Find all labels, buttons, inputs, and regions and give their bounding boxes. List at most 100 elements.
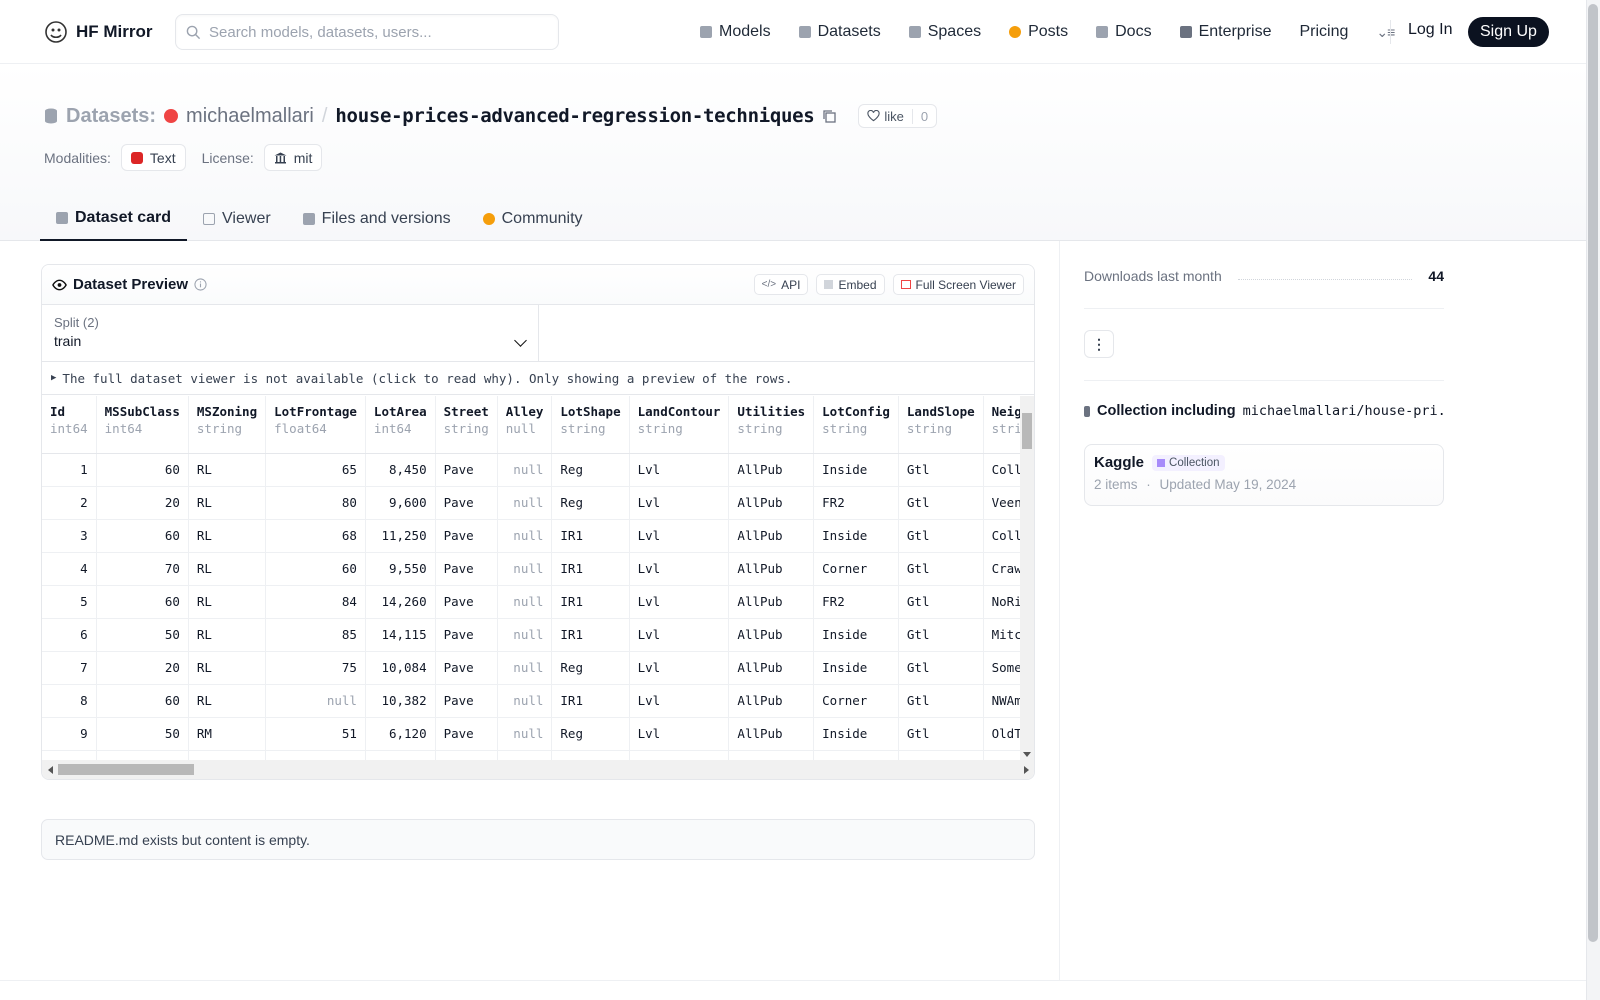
table-cell: null: [497, 519, 553, 553]
login-link[interactable]: Log In: [1408, 21, 1452, 39]
modality-tag[interactable]: Text: [120, 144, 186, 171]
table-cell: Pave: [435, 750, 498, 760]
scroll-right-arrow-icon[interactable]: [1024, 766, 1033, 774]
table-cell: 10,382: [365, 684, 436, 718]
kebab-icon: ⋮: [1092, 335, 1106, 352]
table-cell: 75: [265, 651, 366, 685]
column-name: MSSubClass: [104, 404, 180, 419]
column-header[interactable]: LotFrontage float64: [265, 396, 366, 454]
column-header[interactable]: Alley null: [497, 396, 553, 454]
table-row[interactable]: 2 20 RL 80 9,600 Pave null Reg Lvl AllPub FR2 Gtl Ve…: [42, 486, 1020, 520]
table-cell: Somerst: [983, 651, 1020, 685]
column-header[interactable]: LotConfig string: [813, 396, 899, 454]
modalities-label: Modalities:: [44, 149, 111, 166]
code-icon: </>: [761, 279, 777, 290]
search-input[interactable]: Search models, datasets, users...: [175, 14, 559, 50]
api-button[interactable]: </> API: [753, 274, 809, 295]
column-header[interactable]: Id int64: [42, 396, 97, 454]
nav-item-enterprise[interactable]: Enterprise: [1179, 17, 1272, 47]
column-header[interactable]: LotShape string: [551, 396, 630, 454]
nav-item-spaces[interactable]: Spaces: [908, 17, 981, 47]
disclosure-triangle-icon: ▶: [51, 373, 57, 383]
like-button[interactable]: like 0: [858, 104, 938, 128]
viewer-grid-icon: [203, 212, 216, 225]
tab-files-and-versions[interactable]: Files and versions: [287, 196, 467, 241]
table-cell: Lvl: [629, 750, 730, 760]
table-cell: Gtl: [898, 750, 984, 760]
more-menu-icon[interactable]: ⌄≡: [1376, 17, 1395, 47]
owner-link[interactable]: michaelmallari: [186, 105, 314, 128]
viewer-notice[interactable]: ▶ The full dataset viewer is not availab…: [42, 362, 1034, 395]
table-cell: RL: [188, 684, 267, 718]
table-row[interactable]: 4 70 RL 60 9,550 Pave null IR1 Lvl AllPub Corner Gt…: [42, 552, 1020, 586]
nav-item-label: Enterprise: [1198, 23, 1272, 40]
table-cell: 14,260: [365, 585, 436, 619]
column-header[interactable]: MSSubClass int64: [96, 396, 189, 454]
page-scroll-thumb[interactable]: [1588, 4, 1598, 942]
column-header[interactable]: LandContour string: [629, 396, 730, 454]
table-cell: Gtl: [898, 618, 984, 652]
tab-community[interactable]: Community: [467, 196, 599, 241]
table-row[interactable]: 6 50 RL 85 14,115 Pave null IR1 Lvl AllPub Inside G…: [42, 618, 1020, 652]
nav-item-models[interactable]: Models: [700, 17, 771, 47]
vertical-scroll-thumb[interactable]: [1022, 413, 1032, 449]
column-header[interactable]: MSZoning string: [188, 396, 267, 454]
nav-item-docs[interactable]: Docs: [1096, 17, 1152, 47]
signup-button[interactable]: Sign Up: [1468, 17, 1549, 47]
downloads-label: Downloads last month: [1084, 268, 1222, 284]
license-tag[interactable]: mit: [263, 144, 323, 171]
table-cell: Reg: [551, 717, 630, 751]
table-cell: 70: [96, 552, 189, 586]
column-header[interactable]: Utilities string: [728, 396, 815, 454]
horizontal-scroll-thumb[interactable]: [58, 764, 194, 775]
embed-button[interactable]: Embed: [816, 274, 885, 295]
user-avatar[interactable]: [164, 109, 179, 123]
nav-item-datasets[interactable]: Datasets: [798, 17, 881, 47]
table-cell: 50: [96, 618, 189, 652]
info-icon[interactable]: [194, 278, 207, 291]
table-cell: 50: [96, 717, 189, 751]
nav-item-pricing[interactable]: Pricing: [1299, 17, 1348, 47]
table-row[interactable]: 10190RL507,420PavenullRegLvlAllPubCorner…: [42, 750, 1020, 760]
preview-table-viewport[interactable]: Id int64 MSSubClass int64 MSZoning string LotF…: [42, 396, 1020, 760]
nav-menu: Models Datasets Spaces Posts Docs Enterprise P…: [700, 17, 1422, 47]
tab-dataset-card[interactable]: Dataset card: [40, 196, 188, 241]
column-header[interactable]: Neighborhood string: [983, 396, 1020, 454]
table-row[interactable]: 3 60 RL 68 11,250 Pave null IR1 Lvl AllPub Inside G…: [42, 519, 1020, 553]
table-row[interactable]: 9 50 RM 51 6,120 Pave null Reg Lvl AllPub Inside Gt…: [42, 717, 1020, 751]
more-options-button[interactable]: ⋮: [1084, 330, 1114, 358]
vertical-scrollbar[interactable]: [1020, 396, 1034, 760]
table-row[interactable]: 5 60 RL 84 14,260 Pave null IR1 Lvl AllPub FR2 Gtl N…: [42, 585, 1020, 619]
column-header[interactable]: LotArea int64: [365, 396, 436, 454]
brand-logo[interactable]: HF Mirror: [44, 20, 153, 44]
table-cell: CollgCr: [983, 519, 1020, 553]
table-cell: 50: [265, 750, 366, 760]
nav-item-label: Posts: [1028, 23, 1069, 40]
nav-item-label: Datasets: [817, 23, 881, 40]
section-label[interactable]: Datasets:: [66, 105, 156, 128]
table-row[interactable]: 1 60 RL 65 8,450 Pave null Reg Lvl AllPub Inside Gt…: [42, 453, 1020, 487]
table-cell: 190: [96, 750, 189, 760]
scroll-left-arrow-icon[interactable]: [44, 766, 53, 774]
copy-icon[interactable]: [822, 109, 837, 123]
readme-empty-notice: README.md exists but content is empty.: [41, 819, 1035, 860]
dataset-name[interactable]: house-prices-advanced-regression-techniq…: [335, 105, 814, 127]
table-cell: 3: [42, 519, 97, 553]
table-row[interactable]: 7 20 RL 75 10,084 Pave null Reg Lvl AllPub Inside G…: [42, 651, 1020, 685]
collection-updated: Updated May 19, 2024: [1159, 477, 1297, 492]
column-header[interactable]: LandSlope string: [898, 396, 984, 454]
table-cell: 5: [42, 585, 97, 619]
split-select[interactable]: Split (2) train: [42, 305, 539, 361]
table-cell: IR1: [551, 684, 630, 718]
table-cell: null: [497, 585, 553, 619]
nav-item-label: Pricing: [1299, 23, 1349, 40]
fullscreen-viewer-button[interactable]: Full Screen Viewer: [892, 274, 1024, 295]
collection-card[interactable]: Kaggle Collection 2 items · Updated May …: [1084, 444, 1444, 506]
column-header[interactable]: Street string: [435, 396, 498, 454]
nav-item-posts[interactable]: Posts: [1009, 17, 1068, 47]
table-cell: 11,250: [365, 519, 436, 553]
tab-viewer[interactable]: Viewer: [187, 196, 287, 241]
table-cell: RL: [188, 552, 267, 586]
column-name: MSZoning: [196, 404, 258, 419]
table-row[interactable]: 8 60 RL null 10,382 Pave null IR1 Lvl AllPub Corne…: [42, 684, 1020, 718]
